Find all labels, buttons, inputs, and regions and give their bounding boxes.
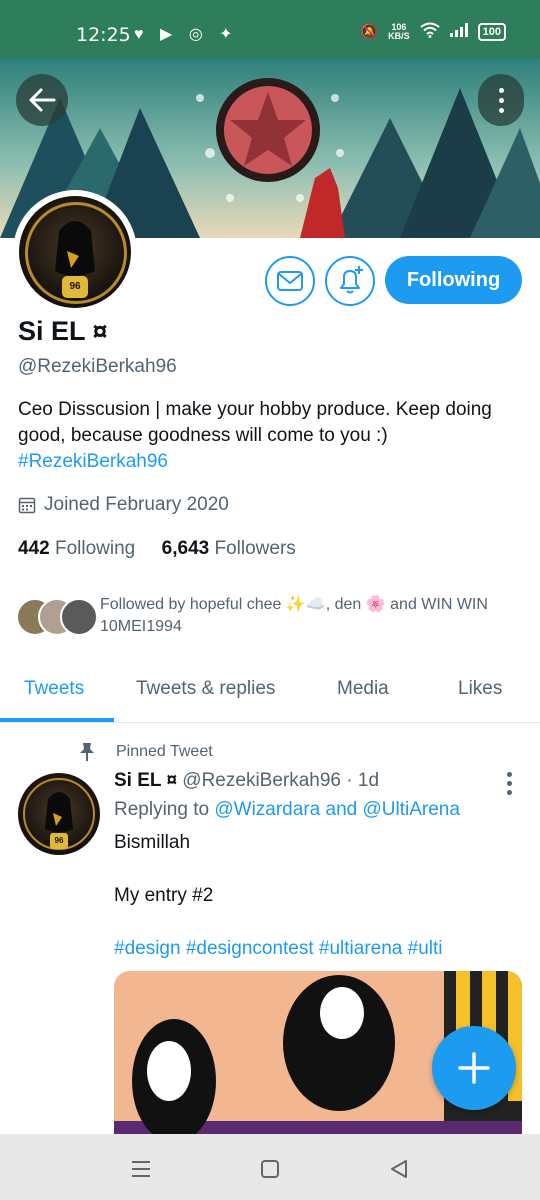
back-button[interactable]: [16, 74, 68, 126]
avatar: 96: [19, 196, 131, 308]
status-bar: 12:25 ♥ ▶ ◎ ✦ 🔕 106 KB/S 100: [0, 0, 540, 58]
tab-media[interactable]: Media: [337, 678, 389, 700]
profile-avatar[interactable]: 96: [13, 190, 137, 314]
tweet-author-name[interactable]: Si EL ¤: [114, 770, 177, 791]
tweet-time: · 1d: [346, 770, 380, 791]
joined-text: Joined February 2020: [44, 494, 229, 515]
profile-tabs: Tweets Tweets & replies Media Likes: [0, 664, 540, 723]
recents-button[interactable]: [126, 1154, 156, 1184]
menu-icon: [132, 1161, 150, 1177]
compose-tweet-button[interactable]: [432, 1026, 516, 1110]
mention-link[interactable]: @Wizardara: [214, 799, 320, 820]
following-button[interactable]: Following: [385, 256, 522, 304]
tweet-hashtags[interactable]: #design #designcontest #ultiarena #ulti: [114, 936, 514, 963]
signal-icon: [449, 23, 468, 40]
wifi-icon: [420, 22, 440, 41]
following-stat[interactable]: 442 Following: [18, 538, 135, 559]
net-speed: 106 KB/S: [388, 21, 410, 41]
tweet-author-handle[interactable]: @RezekiBerkah96: [182, 770, 341, 791]
mention-link[interactable]: @UltiArena: [362, 799, 459, 820]
back-nav-button[interactable]: [384, 1154, 414, 1184]
arrow-left-icon: [29, 88, 56, 112]
followers-stat[interactable]: 6,643 Followers: [162, 538, 296, 559]
notification-icons: ♥ ▶ ◎ ✦: [134, 26, 239, 43]
tab-likes[interactable]: Likes: [458, 678, 502, 700]
followed-by-text: Followed by hopeful chee ✨☁️, den 🌸 and …: [100, 596, 488, 635]
tweet-more-button[interactable]: [507, 772, 513, 796]
avatar: [60, 598, 98, 636]
status-right: 🔕 106 KB/S 100: [361, 22, 506, 41]
bio-hashtag[interactable]: #RezekiBerkah96: [18, 451, 168, 472]
pinned-label: Pinned Tweet: [78, 742, 213, 762]
home-button[interactable]: [255, 1154, 285, 1184]
joined-date: Joined February 2020: [18, 494, 229, 516]
tab-tweets[interactable]: Tweets: [24, 678, 84, 700]
calendar-icon: [18, 497, 36, 514]
tweet-text: Bismillah My entry #2 #design #designcon…: [114, 830, 514, 963]
more-options-button[interactable]: [478, 74, 524, 126]
follow-stats: 442 Following 6,643 Followers: [18, 538, 296, 560]
replying-to: Replying to @Wizardara and @UltiArena: [114, 799, 460, 820]
triangle-back-icon: [391, 1160, 407, 1178]
bio-text: Ceo Disscusion | make your hobby produce…: [18, 399, 492, 446]
mute-icon: 🔕: [360, 23, 379, 39]
status-time: 12:25: [76, 24, 131, 46]
notifications-button[interactable]: [325, 256, 375, 306]
bell-plus-icon: [340, 266, 363, 294]
pin-icon: [80, 743, 94, 761]
battery-icon: 100: [477, 22, 506, 41]
system-nav-bar: [0, 1134, 540, 1200]
active-tab-indicator: [0, 718, 114, 722]
tweet-header: Si EL ¤ @RezekiBerkah96 · 1d: [114, 770, 379, 792]
tweet-avatar[interactable]: 96: [18, 773, 100, 855]
plus-icon: [458, 1052, 490, 1084]
envelope-icon: [277, 271, 303, 291]
pinned-text: Pinned Tweet: [116, 743, 213, 760]
home-square-icon: [261, 1160, 279, 1178]
avatar-badge: 96: [62, 276, 88, 298]
profile-handle[interactable]: @RezekiBerkah96: [18, 356, 177, 378]
tab-tweets-replies[interactable]: Tweets & replies: [136, 678, 275, 700]
message-button[interactable]: [265, 256, 315, 306]
followed-by[interactable]: Followed by hopeful chee ✨☁️, den 🌸 and …: [16, 594, 526, 636]
profile-bio: Ceo Disscusion | make your hobby produce…: [18, 397, 518, 475]
profile-name: Si EL ¤: [18, 316, 108, 346]
avatar-badge: 96: [50, 833, 68, 849]
